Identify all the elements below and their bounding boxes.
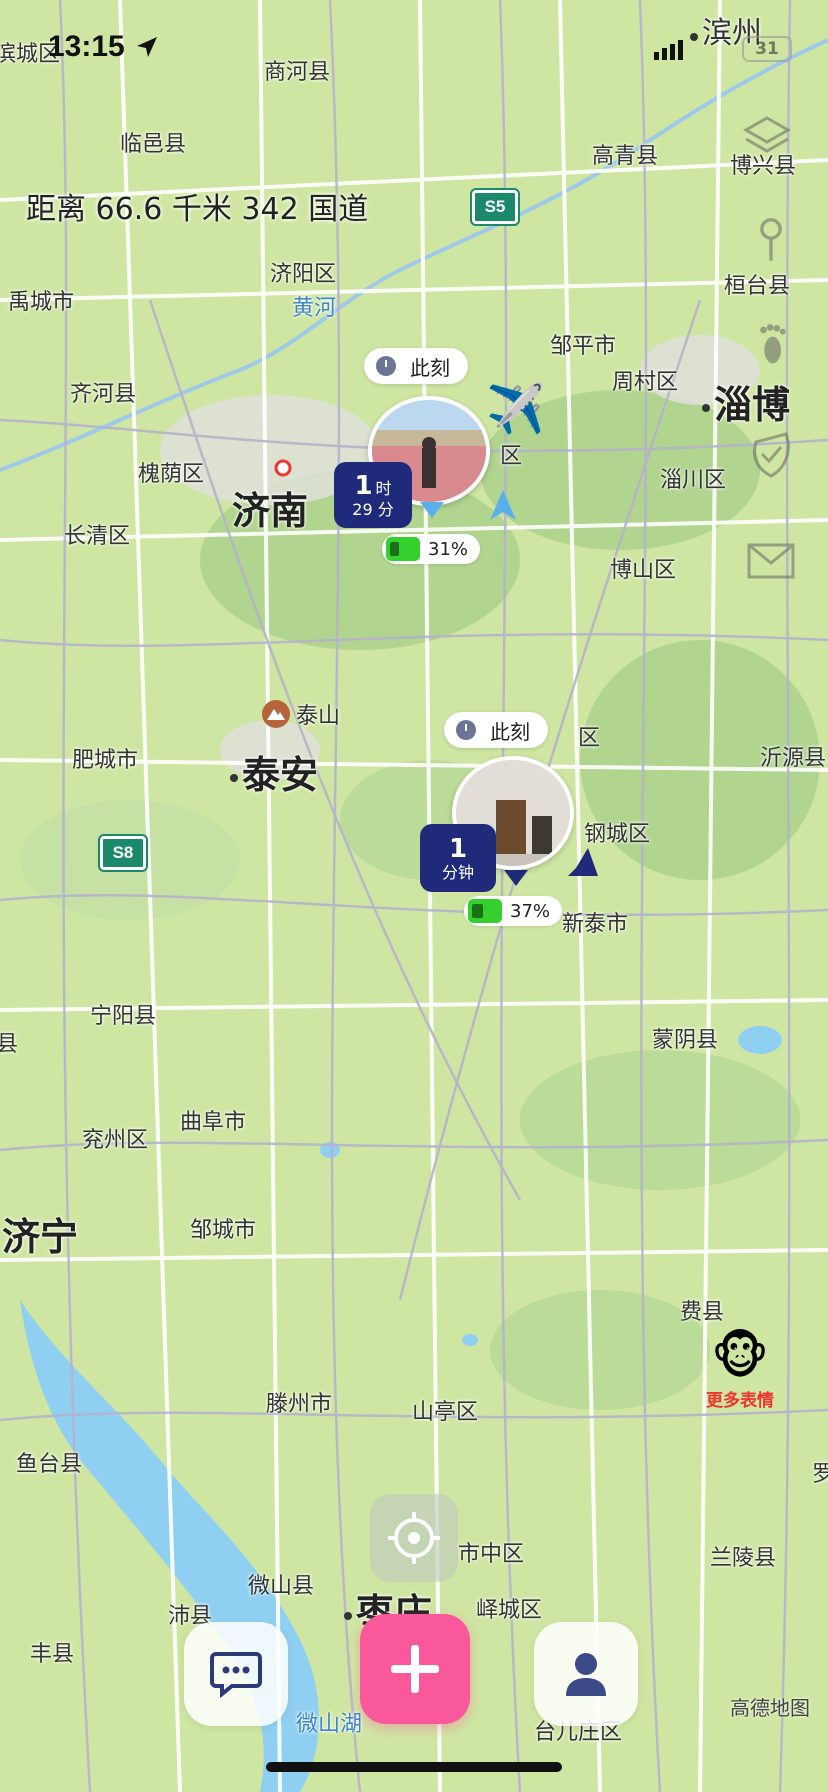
add-button[interactable] [360, 1614, 470, 1724]
map-label-feichengshi: 肥城市 [72, 748, 139, 773]
map-label-yiyuanxian: 沂源县 [760, 746, 827, 771]
map-label-zhoucunqu: 周村区 [612, 370, 679, 395]
map-label-zichuanqu: 淄川区 [660, 468, 727, 493]
pin-icon[interactable] [746, 214, 796, 264]
crosshair-icon [388, 1512, 440, 1564]
map-label-fengxian: 丰县 [30, 1642, 75, 1667]
map-label-zoupingshi: 邹平市 [550, 334, 617, 359]
map-label-zhangqiuqu: 区 [500, 444, 523, 469]
clock-icon [376, 356, 396, 376]
map-label-yutaixian: 鱼台县 [16, 1452, 83, 1477]
map-provider-logo: 高德地图 [730, 1696, 810, 1720]
chat-button[interactable] [184, 1622, 288, 1726]
map-label-zibo: 淄博 [702, 374, 790, 429]
map-label-yanzhouqu: 兖州区 [82, 1128, 149, 1153]
map-label-weishanhu: 微山湖 [296, 1712, 363, 1737]
location-arrow-icon [137, 37, 157, 57]
map-label-jiyangqu: 济阳区 [270, 262, 337, 287]
map-label-gangchengqu: 钢城区 [584, 822, 651, 847]
map-label-xian-left: 县 [0, 1032, 19, 1057]
airplane-icon: ✈️ [486, 381, 546, 437]
map-label-weishanxian: 微山县 [248, 1574, 315, 1599]
map-label-qihexian: 齐河县 [70, 382, 137, 407]
map-label-zouchengshi: 邹城市 [190, 1218, 257, 1243]
chat-icon [210, 1652, 262, 1698]
map-label-ningyangxian: 宁阳县 [90, 1004, 157, 1029]
map-label-feixian: 费县 [680, 1300, 725, 1325]
clock-icon [456, 720, 476, 740]
home-indicator [266, 1762, 562, 1772]
map-label-tengzhoushi: 滕州市 [266, 1392, 333, 1417]
map-label-huaiyinqu: 槐荫区 [138, 462, 205, 487]
more-emoji-button[interactable]: 🐵 更多表情 [700, 1326, 780, 1411]
pin-pointer-1 [420, 502, 444, 518]
heading-arrow-2 [568, 848, 598, 876]
map-label-shizhongqu: 市中区 [458, 1542, 525, 1567]
map-label-luo-right: 罗 [812, 1462, 828, 1487]
pin-pointer-2 [504, 870, 528, 886]
mail-icon[interactable] [746, 536, 796, 586]
battery-chip-1: 31% [382, 534, 481, 564]
map-label-qufushi: 曲阜市 [180, 1110, 247, 1135]
highway-shield-s8: S8 [98, 834, 148, 872]
map-label-laiwu: 区 [578, 726, 601, 751]
map-label-yuchengshi: 禹城市 [8, 290, 75, 315]
elapsed-badge-1: 1时 29 分 [334, 462, 412, 528]
battery-icon [468, 899, 502, 923]
map-label-yichengqu: 峄城区 [476, 1598, 543, 1623]
map-label-shantingqu: 山亭区 [412, 1400, 479, 1425]
check-shield-icon[interactable] [746, 430, 796, 480]
map-label-changqingqu: 长清区 [64, 524, 131, 549]
map-label-taishan: 泰山 [262, 698, 340, 730]
status-bar: 13:15 31 [0, 30, 828, 70]
map-label-jining: 济宁 [0, 1206, 78, 1261]
monkey-icon: 🐵 [711, 1327, 769, 1385]
map-label-lanlingxian: 兰陵县 [710, 1546, 777, 1571]
highway-shield-s5: S5 [470, 188, 520, 226]
plus-icon [391, 1645, 439, 1693]
elapsed-badge-2: 1 分钟 [420, 824, 496, 892]
profile-button[interactable] [534, 1622, 638, 1726]
map-label-taian: 泰安 [230, 744, 318, 799]
heading-arrow-1 [490, 490, 516, 520]
footprint-icon[interactable] [746, 320, 796, 370]
map-label-mengyinxian: 蒙阴县 [652, 1028, 719, 1053]
distance-text: 距离 66.6 千米 342 国道 [26, 192, 369, 227]
more-emoji-label: 更多表情 [706, 1391, 774, 1411]
now-label-2: 此刻 [444, 712, 548, 748]
battery-chip-2: 37% [464, 896, 563, 926]
profile-icon [566, 1653, 606, 1696]
map-label-xintaishi: 新泰市 [562, 912, 629, 937]
map-label-linyixian: 临邑县 [120, 132, 187, 157]
mountain-icon [262, 700, 290, 728]
map-label-gaoqingxian: 高青县 [592, 144, 659, 169]
signal-icon [654, 40, 683, 60]
battery-icon [386, 537, 420, 561]
map-label-huantaixian: 桓台县 [724, 274, 791, 299]
map-label-huanghe: 黄河 [292, 296, 337, 321]
battery-indicator: 31 [742, 36, 792, 62]
status-time: 13:15 [48, 30, 125, 63]
now-label-1: 此刻 [364, 348, 468, 384]
map-label-jinan: 济南 [232, 489, 309, 533]
locate-me-button[interactable] [370, 1494, 458, 1582]
map-label-boshanqu: 博山区 [610, 558, 677, 583]
layers-icon[interactable] [742, 112, 792, 162]
